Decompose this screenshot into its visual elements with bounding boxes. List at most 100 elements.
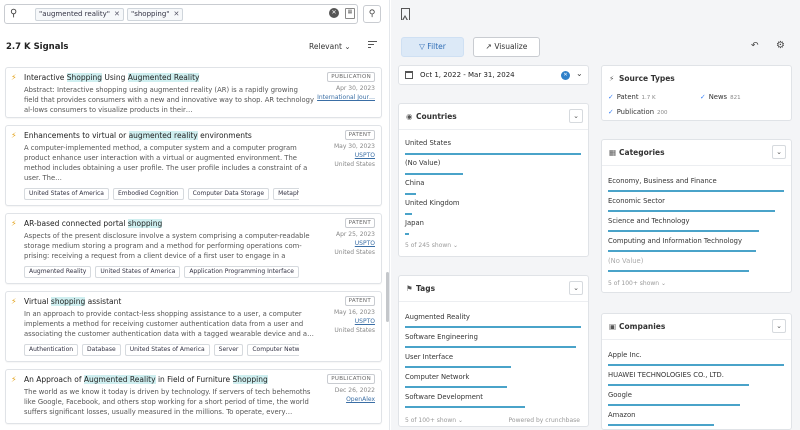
date-filter[interactable]: Oct 1, 2022 - Mar 31, 2024 ✕ ⌄ [398, 65, 589, 85]
clear-search-icon[interactable]: ✕ [329, 8, 339, 18]
show-more-link[interactable]: 5 of 100+ shown ⌄ [405, 417, 463, 424]
chart-icon: ↗ [485, 42, 492, 51]
show-more-link[interactable]: 5 of 100+ shown ⌄ [608, 280, 666, 287]
company-item[interactable]: Apple Inc. [608, 351, 642, 359]
category-bar [608, 230, 760, 232]
tag-chip[interactable]: Embodied Cognition [112, 188, 184, 200]
category-item[interactable]: Science and Technology [608, 217, 690, 225]
close-icon[interactable]: ✕ [114, 10, 120, 18]
company-item[interactable]: HUAWEI TECHNOLOGIES CO., LTD. [608, 371, 724, 379]
globe-icon: ◉ [406, 112, 413, 121]
card-title[interactable]: An Approach of Augmented Reality in Fiel… [24, 375, 314, 384]
chevron-down-icon[interactable]: ⌄ [772, 319, 786, 333]
filter-button[interactable]: ▽ Filter [401, 37, 464, 57]
tag-chip[interactable]: Augmented Reality [24, 266, 92, 278]
tag-item[interactable]: Software Engineering [405, 333, 478, 341]
country-item[interactable]: United Kingdom [405, 199, 460, 207]
calendar-icon [405, 71, 413, 79]
tag-chip[interactable]: Application Programming Interface [184, 266, 299, 278]
gear-icon[interactable]: ⚙ [776, 40, 785, 51]
tags-header: ⚑ Tags [406, 284, 436, 293]
chevron-down-icon[interactable]: ⌄ [576, 69, 583, 78]
scrollbar[interactable] [386, 272, 389, 322]
country-item[interactable]: United States [405, 139, 451, 147]
category-item[interactable]: Computing and Information Technology [608, 237, 742, 245]
card-region: United States [334, 249, 375, 256]
tag-chip[interactable]: United States of America [95, 266, 181, 278]
result-card[interactable]: ⚡ Enhancements to virtual or augmented r… [5, 125, 382, 206]
search-chip-augmented-reality[interactable]: "augmented reality" ✕ [35, 8, 124, 21]
chevron-down-icon[interactable]: ⌄ [772, 145, 786, 159]
card-title[interactable]: Virtual shopping assistant [24, 297, 314, 306]
chevron-down-icon[interactable]: ⌄ [569, 109, 583, 123]
category-item[interactable]: Economy, Business and Finance [608, 177, 717, 185]
visualize-button[interactable]: ↗ Visualize [473, 37, 540, 57]
bolt-icon: ⚡ [11, 131, 17, 140]
sort-order-icon[interactable] [368, 40, 377, 50]
card-title[interactable]: AR-based connected portal shopping [24, 219, 314, 228]
result-card[interactable]: ⚡ Virtual shopping assistant In an appro… [5, 291, 382, 362]
card-abstract: A computer-implemented method, a compute… [24, 144, 308, 182]
source-type-news[interactable]: ✓ News 821 [700, 93, 741, 101]
search-button[interactable]: ⚲ [363, 5, 381, 23]
result-card[interactable]: ⚡ AR-based connected portal shopping Asp… [5, 213, 382, 284]
close-icon[interactable]: ✕ [174, 10, 180, 18]
tag-item[interactable]: Software Development [405, 393, 483, 401]
source-link[interactable]: International Jour… [305, 93, 375, 102]
source-type-publication[interactable]: ✓ Publication 200 [608, 108, 668, 116]
country-item[interactable]: China [405, 179, 424, 187]
tag-bar [405, 386, 508, 388]
categories-panel: ▦ Categories ⌄ Economy, Business and Fina… [601, 139, 792, 293]
search-bar[interactable]: ⚲ "augmented reality" ✕ "shopping" ✕ ✕ ▦ [4, 4, 358, 24]
card-date: Dec 26, 2022 [334, 387, 375, 394]
tag-bar [405, 406, 525, 408]
show-more-link[interactable]: 5 of 245 shown ⌄ [405, 242, 458, 249]
undo-icon[interactable]: ↶ [751, 41, 759, 51]
tag-chip[interactable]: Server [213, 344, 244, 356]
filter-icon: ▽ [419, 42, 425, 51]
result-card[interactable]: ⚡ An Approach of Augmented Reality in Fi… [5, 369, 382, 424]
source-link[interactable]: OpenAlex [305, 395, 375, 404]
clear-date-icon[interactable]: ✕ [561, 71, 570, 80]
tag-chip[interactable]: United States of America [124, 344, 210, 356]
country-item[interactable]: (No Value) [405, 159, 440, 167]
building-icon: ▣ [609, 322, 617, 331]
tag-chip[interactable]: Authentication [24, 344, 79, 356]
company-item[interactable]: Amazon [608, 411, 635, 419]
card-title[interactable]: Interactive Shopping Using Augmented Rea… [24, 73, 314, 82]
source-link[interactable]: USPTO [305, 151, 375, 160]
category-item[interactable]: Economic Sector [608, 197, 665, 205]
category-item[interactable]: (No Value) [608, 257, 643, 265]
company-item[interactable]: Google [608, 391, 632, 399]
source-link[interactable]: USPTO [305, 317, 375, 326]
type-badge: PUBLICATION [327, 72, 375, 82]
countries-panel: ◉ Countries ⌄ United States (No Value) Ch… [398, 103, 589, 257]
tag-chip[interactable]: Computer Network [247, 344, 299, 356]
country-item[interactable]: Japan [405, 219, 424, 227]
chevron-down-icon[interactable]: ⌄ [569, 281, 583, 295]
chevron-down-icon: ⌄ [344, 42, 351, 51]
bolt-icon: ⚡ [11, 219, 17, 228]
card-title[interactable]: Enhancements to virtual or augmented rea… [24, 131, 314, 140]
country-bar [405, 173, 464, 175]
card-abstract: Aspects of the present disclosure involv… [24, 232, 310, 260]
calendar-icon[interactable]: ▦ [345, 8, 355, 19]
card-date: Apr 25, 2023 [335, 231, 375, 238]
tag-chip[interactable]: Computer Data Storage [187, 188, 270, 200]
result-card[interactable]: ⚡ Interactive Shopping Using Augmented R… [5, 67, 382, 118]
sort-dropdown[interactable]: Relevant ⌄ [309, 42, 351, 51]
country-bar [405, 233, 409, 235]
source-type-patent[interactable]: ✓ Patent 1.7 K [608, 93, 656, 101]
tag-item[interactable]: Augmented Reality [405, 313, 470, 321]
tag-item[interactable]: User Interface [405, 353, 453, 361]
tag-item[interactable]: Computer Network [405, 373, 469, 381]
source-link[interactable]: USPTO [305, 239, 375, 248]
tag-chip[interactable]: United States of America [24, 188, 109, 200]
source-types-panel: ⚡ Source Types ✓ Patent 1.7 K ✓ News 821 ✓ Pub… [601, 65, 792, 121]
category-bar [608, 270, 749, 272]
tag-chip[interactable]: Database [82, 344, 121, 356]
search-icon[interactable]: ⚲ [10, 8, 17, 19]
search-chip-shopping[interactable]: "shopping" ✕ [127, 8, 184, 21]
bolt-icon: ⚡ [609, 74, 615, 83]
tag-chip[interactable]: Metaphysical [273, 188, 299, 200]
